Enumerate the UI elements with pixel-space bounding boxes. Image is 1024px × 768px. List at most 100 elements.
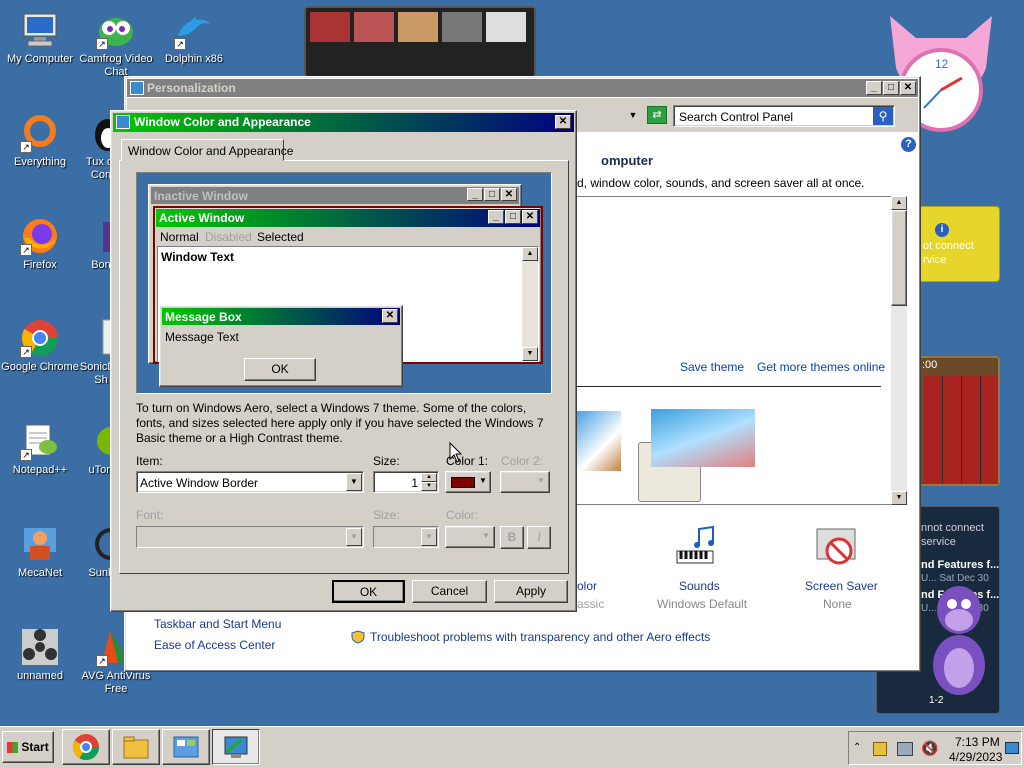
scroll-down-button[interactable]: ▼ <box>891 491 907 505</box>
item-select[interactable]: Active Window Border ▼ <box>136 471 364 493</box>
sounds-sub: Windows Default <box>657 597 748 611</box>
sounds-label[interactable]: Sounds <box>679 579 720 593</box>
refresh-button[interactable]: ⇄ <box>647 106 667 124</box>
ok-button[interactable]: OK <box>332 580 405 603</box>
bonzi-buddy[interactable] <box>924 580 994 706</box>
spin-down-icon[interactable]: ▼ <box>421 482 437 491</box>
close-button[interactable]: ✕ <box>900 81 916 95</box>
help-icon[interactable]: ? <box>901 137 916 152</box>
taskbar-control-panel-button[interactable] <box>162 729 210 765</box>
magnifier-icon: ↗ <box>20 113 60 153</box>
folder-icon <box>123 736 149 759</box>
maximize-button[interactable]: □ <box>883 81 899 95</box>
start-button[interactable]: Start <box>2 731 54 763</box>
desktop-icon-everything[interactable]: ↗ Everything <box>0 113 80 169</box>
font-select[interactable]: ▼ <box>136 526 364 548</box>
troubleshoot-link[interactable]: Troubleshoot problems with transparency … <box>370 630 710 644</box>
color2-picker[interactable]: ▼ <box>500 471 550 493</box>
address-dropdown-arrow[interactable]: ▼ <box>625 107 641 123</box>
clock-date[interactable]: 4/29/2023 <box>949 750 1002 764</box>
preview-minimize-icon: _ <box>488 210 504 224</box>
size-spinner[interactable]: 1 ▲ ▼ <box>373 471 439 493</box>
desktop-icon-label: Dolphin x86 <box>164 53 224 65</box>
desktop-icon-label: MecaNet <box>17 567 63 579</box>
taskbar: Start ⌃ 🔇 7:13 PM 4/29/2023 <box>0 726 1024 768</box>
desktop-icon-unnamed[interactable]: unnamed <box>0 627 80 683</box>
puzzle-gadget[interactable]: :00 <box>918 356 1000 486</box>
tab-window-color[interactable]: Window Color and Appearance <box>121 139 293 161</box>
window-color-label[interactable]: olor <box>577 579 597 593</box>
preview-close-icon: ✕ <box>501 188 517 201</box>
preview-menu-disabled: Disabled <box>205 230 252 244</box>
italic-button[interactable]: I <box>527 526 551 549</box>
sounds-icon <box>673 525 719 571</box>
window-title: Personalization <box>147 81 236 95</box>
chrome-icon: ↗ <box>20 318 60 358</box>
get-more-themes-link[interactable]: Get more themes online <box>757 360 885 374</box>
title-bar: Personalization _ □ ✕ <box>127 79 918 97</box>
appearance-preview[interactable]: Inactive Window _ □ ✕ Active Window _ □ … <box>136 172 552 394</box>
chevron-down-icon[interactable]: ▼ <box>346 528 362 546</box>
spin-up-icon[interactable]: ▲ <box>421 473 437 482</box>
desktop-icon-mecanet[interactable]: MecaNet <box>0 524 80 580</box>
taskbar-start-menu-link[interactable]: Taskbar and Start Menu <box>154 617 281 631</box>
desktop-icon-chrome[interactable]: ↗ Google Chrome <box>0 318 80 374</box>
preview-window-text: Window Text <box>161 250 234 264</box>
chevron-down-icon[interactable]: ▼ <box>346 473 362 491</box>
feed-item-title[interactable]: nd Features f... <box>921 559 999 571</box>
desktop-icon-camfrog[interactable]: ↗ Camfrog Video Chat <box>76 10 156 79</box>
minimize-button[interactable]: _ <box>866 81 882 95</box>
svg-text:12: 12 <box>935 57 949 71</box>
weather-gadget[interactable]: i ot connect rvice <box>918 206 1000 282</box>
shortcut-arrow-icon: ↗ <box>96 38 108 50</box>
network-icon[interactable] <box>897 742 913 756</box>
clock-time[interactable]: 7:13 PM <box>955 735 1000 749</box>
volume-muted-icon[interactable]: 🔇 <box>921 740 938 757</box>
puzzle-timer: :00 <box>922 359 938 371</box>
screen-saver-icon <box>813 525 859 571</box>
item-select-value: Active Window Border <box>140 476 259 490</box>
desktop-icon-firefox[interactable]: ↗ Firefox <box>0 216 80 272</box>
theme-thumbnail[interactable] <box>651 409 755 467</box>
chevron-down-icon: ▼ <box>482 531 490 540</box>
font-color-picker[interactable]: ▼ <box>445 526 495 548</box>
control-panel-icon <box>173 736 199 758</box>
scroll-thumb[interactable] <box>891 210 907 306</box>
taskbar-chrome-button[interactable] <box>62 729 110 765</box>
apply-button[interactable]: Apply <box>494 580 568 603</box>
cancel-button[interactable]: Cancel <box>412 580 487 603</box>
taskbar-explorer-button[interactable] <box>112 729 160 765</box>
desktop-icon-my-computer[interactable]: My Computer <box>0 10 80 66</box>
color2-label: Color 2: <box>501 454 544 468</box>
show-desktop-icon[interactable] <box>1005 742 1019 754</box>
info-icon: i <box>935 223 949 237</box>
color1-picker[interactable]: ▼ <box>445 471 491 493</box>
shortcut-arrow-icon: ↗ <box>174 38 186 50</box>
preview-close-icon: ✕ <box>522 210 538 224</box>
search-input[interactable]: Search Control Panel ⚲ <box>673 105 895 127</box>
tray-expand-icon[interactable]: ⌃ <box>853 742 861 753</box>
scroll-up-button[interactable]: ▲ <box>891 196 907 210</box>
screen-saver-label[interactable]: Screen Saver <box>805 579 878 593</box>
desktop-icon-dolphin[interactable]: ↗ Dolphin x86 <box>154 10 234 66</box>
font-size-select[interactable]: ▼ <box>373 526 439 548</box>
dialog-app-icon <box>116 115 130 129</box>
desktop-icon-notepadpp[interactable]: ↗ Notepad++ <box>0 421 80 477</box>
chevron-down-icon: ▼ <box>479 476 487 485</box>
dolphin-icon: ↗ <box>174 10 214 50</box>
bold-button[interactable]: B <box>500 526 524 549</box>
dialog-close-button[interactable]: ✕ <box>555 115 571 129</box>
theme-scrollbar[interactable]: ▲ ▼ <box>891 196 907 505</box>
slideshow-gadget[interactable] <box>304 6 536 78</box>
dialog-title: Window Color and Appearance <box>134 115 311 129</box>
taskbar-personalization-button[interactable] <box>212 729 260 765</box>
firefox-icon: ↗ <box>20 216 60 256</box>
search-icon[interactable]: ⚲ <box>873 107 893 125</box>
desktop-icon-label: unnamed <box>17 670 63 682</box>
start-label: Start <box>21 740 49 754</box>
action-center-flag-icon[interactable] <box>873 742 887 756</box>
ease-of-access-link[interactable]: Ease of Access Center <box>154 638 275 652</box>
save-theme-link[interactable]: Save theme <box>680 360 744 374</box>
chevron-down-icon[interactable]: ▼ <box>421 528 437 546</box>
theme-thumbnail[interactable] <box>577 411 621 471</box>
